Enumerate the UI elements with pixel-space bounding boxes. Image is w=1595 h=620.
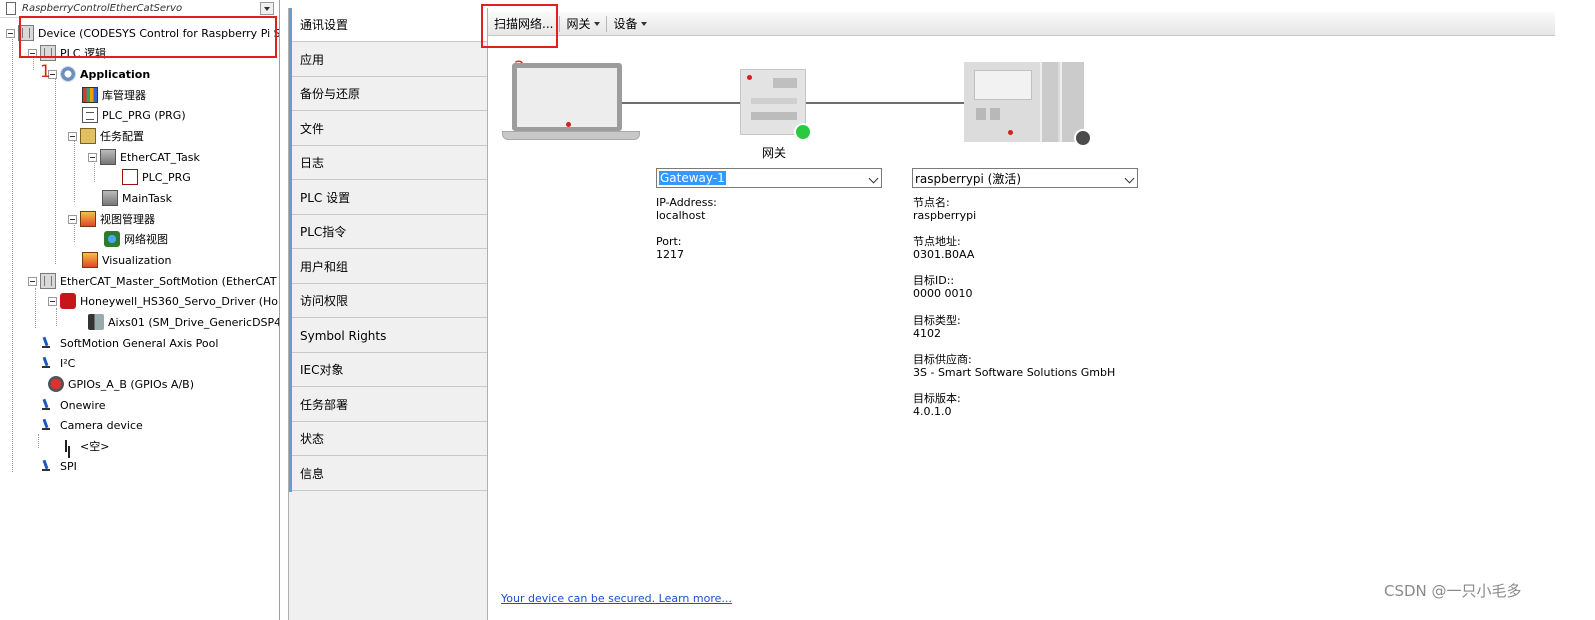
tree-node-visualization[interactable]: Visualization [82,251,171,269]
nav-tab-users-groups[interactable]: 用户和组 [292,250,488,284]
task-icon [102,190,118,206]
annotation-box-1 [19,16,277,58]
connector-icon [40,417,56,433]
tree-node-camera-device[interactable]: Camera device [40,416,143,434]
project-icon [6,2,16,15]
tree-node-view-manager[interactable]: 视图管理器 [68,210,155,228]
chevron-down-icon [868,173,879,184]
library-icon [82,87,98,103]
connection-line [806,102,964,104]
communication-settings-panel: 扫描网络... 网关 设备 2 网关 [481,4,1556,620]
tree-node-network-view[interactable]: 网络视图 [104,230,168,248]
tree-node-plc-prg-call[interactable]: PLC_PRG [122,168,191,186]
watermark: CSDN @一只小毛多 [1384,582,1522,600]
device-tree: RaspberryControlEtherCatServo Device (CO… [0,0,280,620]
program-call-icon [122,169,138,185]
device-status-indicator [1074,129,1092,147]
tree-node-axis01[interactable]: Aixs01 (SM_Drive_GenericDSP402) [88,313,279,331]
nav-tab-communication[interactable]: 通讯设置 [292,8,489,42]
collapse-icon[interactable] [28,276,37,286]
nav-tab-iec-objects[interactable]: IEC对象 [292,353,488,387]
view-manager-icon [80,211,96,227]
program-icon [82,107,98,123]
connector-icon [40,458,56,474]
honeywell-logo-icon [60,293,76,309]
nav-tab-status[interactable]: 状态 [292,422,488,456]
device-select[interactable]: raspberrypi (激活) [912,168,1138,188]
gateway-port-info: Port: 1217 [656,235,684,261]
tree-node-honeywell-servo[interactable]: Honeywell_HS360_Servo_Driver (Honeyw [48,292,279,310]
nav-tab-plc-settings[interactable]: PLC 设置 [292,181,488,215]
tree-node-application[interactable]: Application [48,65,150,83]
tree-node-main-task[interactable]: MainTask [102,189,172,207]
ethercat-master-icon [40,273,56,289]
tree-node-softmotion-pool[interactable]: SoftMotion General Axis Pool [40,334,218,352]
vertical-scrollbar[interactable] [1555,8,1565,620]
chevron-down-icon [1124,173,1135,184]
plc-device-icon[interactable] [964,62,1084,142]
visualization-icon [82,252,98,268]
nav-tab-backup-restore[interactable]: 备份与还原 [292,77,488,111]
device-settings-nav: 通讯设置 应用 备份与还原 文件 日志 PLC 设置 PLC指令 用户和组 访问… [288,8,489,620]
tree-node-task-config[interactable]: 任务配置 [68,127,144,145]
collapse-icon[interactable] [48,296,57,306]
device-target-vendor: 目标供应商: 3S - Smart Software Solutions Gmb… [913,353,1116,379]
tree-dropdown-button[interactable] [260,2,274,15]
empty-slot-icon [60,438,76,454]
tree-node-onewire[interactable]: Onewire [40,396,106,414]
nav-tab-log[interactable]: 日志 [292,146,488,180]
network-view-icon [104,231,120,247]
device-target-id: 目标ID:: 0000 0010 [913,274,973,300]
task-config-icon [80,128,96,144]
connector-icon [40,335,56,351]
toolbar: 扫描网络... 网关 设备 [488,12,1556,36]
servo-axis-icon [88,314,104,330]
collapse-icon[interactable] [88,152,97,162]
gateway-select[interactable]: Gateway-1 [656,168,882,188]
task-icon [100,149,116,165]
device-target-type: 目标类型: 4102 [913,314,961,340]
gateway-menu-button[interactable]: 网关 [560,13,606,35]
collapse-icon[interactable] [68,131,77,141]
connection-line [622,102,742,104]
connector-icon [40,355,56,371]
gateway-status-indicator [794,123,812,141]
nav-tab-application[interactable]: 应用 [292,43,488,77]
connector-icon [40,397,56,413]
device-node-address: 节点地址: 0301.B0AA [913,235,975,261]
tree-node-i2c[interactable]: I²C [40,354,75,372]
device-target-version: 目标版本: 4.0.1.0 [913,392,961,418]
codesys-window: RaspberryControlEtherCatServo Device (CO… [0,0,1595,620]
tree-node-ethercat-master[interactable]: EtherCAT_Master_SoftMotion (EtherCAT Mas [28,272,279,290]
nav-tab-task-deployment[interactable]: 任务部署 [292,388,488,422]
gateway-ip-info: IP-Address: localhost [656,196,717,222]
chevron-down-icon [641,21,648,26]
nav-tab-access-rights[interactable]: 访问权限 [292,284,488,318]
device-node-name: 节点名: raspberrypi [913,196,977,222]
nav-tab-files[interactable]: 文件 [292,112,488,146]
collapse-icon[interactable] [68,214,77,224]
gpio-icon [48,376,64,392]
gateway-label: 网关 [761,146,786,160]
nav-tab-information[interactable]: 信息 [292,457,488,491]
collapse-icon[interactable] [6,28,15,38]
annotation-box-2 [481,4,558,48]
tree-node-empty-slot[interactable]: <空> [60,437,109,455]
tree-node-ethercat-task[interactable]: EtherCAT_Task [88,148,200,166]
chevron-down-icon [594,21,601,26]
nav-tab-plc-commands[interactable]: PLC指令 [292,215,488,249]
project-name: RaspberryControlEtherCatServo [22,3,183,14]
tree-node-spi[interactable]: SPI [40,457,77,475]
application-gear-icon [60,66,76,82]
annotation-number-1: 1 [40,62,51,82]
device-menu-button[interactable]: 设备 [607,13,653,35]
secure-device-link[interactable]: Your device can be secured. Learn more..… [501,592,732,605]
nav-tab-symbol-rights[interactable]: Symbol Rights [292,319,488,353]
tree-node-gpios[interactable]: GPIOs_A_B (GPIOs A/B) [48,375,194,393]
tree-node-plc-prg[interactable]: PLC_PRG (PRG) [82,106,186,124]
tree-node-library-manager[interactable]: 库管理器 [82,86,146,104]
